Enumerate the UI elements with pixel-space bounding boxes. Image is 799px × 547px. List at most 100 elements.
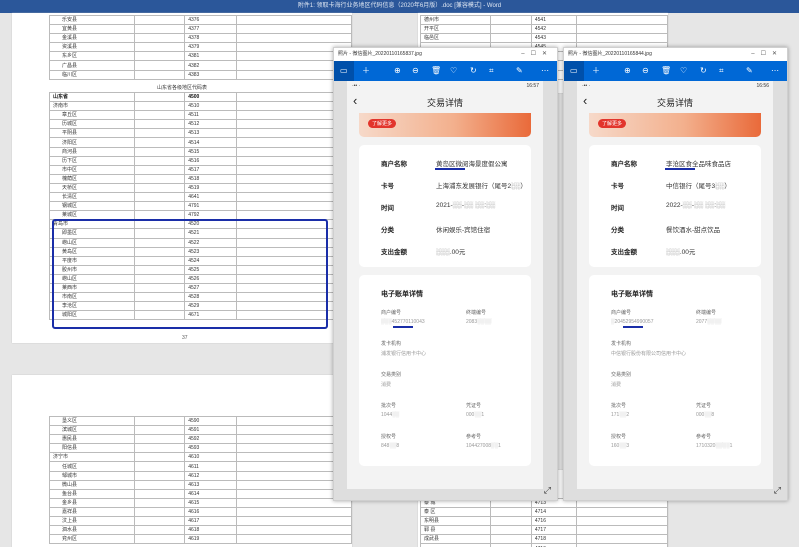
table-cell: 市中区 [48,164,136,175]
learn-more-button[interactable]: 了解更多 [598,119,627,128]
zoom-out-icon[interactable]: ⊖ [642,65,649,77]
table-cell: 4615 [184,497,238,508]
table-cell: 郓 县 [419,525,492,536]
detail-grid-row: 批次号 171░░2 凭证号 000░░8 [589,398,761,429]
table-cell: 东乡区 [48,51,136,62]
fullscreen-icon[interactable]: ⤢ [544,485,551,496]
viewer-toolbar: ▭ ＋ ⊕ ⊖ 🗑 ♡ ↻ ⌗ ✎ ⋯ [564,61,787,81]
window-controls[interactable]: –☐✕ [751,48,783,61]
table-cell: 4512 [184,119,238,130]
nav-bar: ‹ 交易详情 [577,91,773,113]
table-cell: 垦义区 [48,415,136,427]
table-cell: 临邑区 [419,33,492,44]
table-row: 滨城区 4591 [48,425,352,436]
zoom-out-icon[interactable]: ⊖ [412,65,419,77]
detail-label: 交易类别 [611,372,632,378]
table-cell: 济南市 [48,101,136,112]
status-bar: ·•• · 16:57 [347,81,543,91]
table-row: 德州市 4541 [419,14,669,26]
gallery-icon[interactable]: ▭ [564,61,584,81]
table-cell [134,24,186,35]
table-row: 成武县 4718 [419,534,669,545]
word-title-bar: 附件1: 领取卡海行业务地区代码信息（2020年6月版）.doc [兼容模式] … [0,0,799,13]
edit-icon[interactable]: ✎ [746,65,753,77]
detail-row: 时间 2022-░░-░░ ░░:░░ [589,195,761,217]
detail-label: 终端编号 [466,310,487,316]
table-row: 商河县 4515 [48,146,352,157]
table-cell: 4718 [530,534,577,545]
table-cell [236,525,352,536]
detail-label: 商户名称 [611,161,637,168]
add-icon[interactable]: ＋ [362,65,370,77]
page-title: 交易详情 [656,98,693,108]
table-row: 兖州区 4619 [48,534,352,545]
favorite-icon[interactable]: ♡ [450,65,457,77]
table-cell [134,506,186,518]
more-icon[interactable]: ⋯ [771,65,779,77]
window-title-bar[interactable]: 照片 - 微信图片_20220110165837.jpg –☐✕ [334,48,557,61]
merchant-id-underline [623,326,643,328]
rotate-icon[interactable]: ↻ [470,65,477,77]
table-cell: 4613 [184,479,238,490]
table-cell [490,33,532,44]
table-cell [134,14,186,26]
table-cell [575,516,669,527]
section-title: 电子账单详情 [611,291,653,298]
promo-banner[interactable]: 了解更多 [359,113,531,137]
table-cell: 微山县 [48,479,136,490]
table-row: 泰 区 4714 [419,507,669,518]
fullscreen-icon[interactable]: ⤢ [774,485,781,496]
table-cell: 历城区 [48,119,136,130]
table-cell [134,69,186,80]
detail-grid-row: 发卡机构 浦发银行信用卡中心 [359,336,531,367]
crop-icon[interactable]: ⌗ [489,65,494,77]
region-code-table: 乐安县 4376 宜黄县 4377 金溪县 4378 资溪县 4379 东乡区 4381 广昌县 43… [48,14,352,80]
table-cell [134,534,186,545]
table-row: 微山县 4613 [48,479,352,490]
gallery-icon[interactable]: ▭ [334,61,354,81]
table-cell [575,534,669,545]
photo-viewer-window-1[interactable]: 照片 - 微信图片_20220110165837.jpg –☐✕ ▭ ＋ ⊕ ⊖… [333,47,558,501]
table-cell: 4717 [530,525,577,536]
table-row: 长清区 4641 [48,192,352,203]
detail-row: 商户名称 黄岛区微阅海景度假公寓 [359,151,531,173]
detail-value: 休闲娱乐-宾馆住宿 [436,227,491,234]
crop-icon[interactable]: ⌗ [719,65,724,77]
table-cell: 4592 [184,434,238,445]
more-icon[interactable]: ⋯ [541,65,549,77]
edit-icon[interactable]: ✎ [516,65,523,77]
table-row: 临川区 4383 [48,69,352,80]
delete-icon[interactable]: 🗑 [661,65,671,77]
table-cell [236,516,352,527]
phone-screenshot: ·•• · 16:57 ‹ 交易详情 了解更多 商户名称 黄岛区微阅海景度假公寓 卡号… [347,81,543,489]
detail-label: 凭证号 [696,403,712,409]
detail-label: 终端编号 [696,310,717,316]
table-cell [134,415,186,427]
rotate-icon[interactable]: ↻ [700,65,707,77]
detail-label: 商户编号 [381,310,402,316]
detail-label: 支出金额 [611,249,637,256]
table-cell [134,137,186,148]
delete-icon[interactable]: 🗑 [431,65,441,77]
table-cell: 4377 [184,24,238,35]
add-icon[interactable]: ＋ [592,65,600,77]
favorite-icon[interactable]: ♡ [680,65,687,77]
table-cell: 德州市 [419,14,492,26]
table-cell [490,525,532,536]
table-cell: 滨城区 [48,425,136,436]
table-cell: 4612 [184,470,238,481]
table-cell [134,516,186,527]
detail-label: 商户名称 [381,161,407,168]
learn-more-button[interactable]: 了解更多 [368,119,397,128]
detail-row: 分类 休闲娱乐-宾馆住宿 [359,217,531,239]
promo-banner[interactable]: 了解更多 [589,113,761,137]
table-cell [134,146,186,157]
window-controls[interactable]: –☐✕ [521,48,553,61]
photo-viewer-window-2[interactable]: 照片 - 微信图片_20220110165844.jpg –☐✕ ▭ ＋ ⊕ ⊖… [563,47,788,501]
zoom-in-icon[interactable]: ⊕ [624,65,631,77]
table-row: 金乡县 4615 [48,497,352,508]
detail-value: 餐饮酒水-甜点饮品 [666,227,721,234]
table-cell [134,60,186,71]
window-title-bar[interactable]: 照片 - 微信图片_20220110165844.jpg –☐✕ [564,48,787,61]
zoom-in-icon[interactable]: ⊕ [394,65,401,77]
